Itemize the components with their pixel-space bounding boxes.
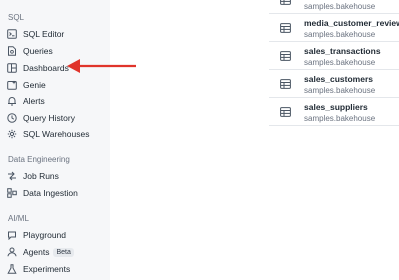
table-icon <box>280 0 291 5</box>
sidebar-item-sql-warehouses[interactable]: SQL Warehouses <box>7 127 89 141</box>
sidebar-item-label: Genie <box>23 80 46 90</box>
sidebar-item-label: Queries <box>23 46 53 56</box>
sidebar-item-label: SQL Warehouses <box>23 129 90 139</box>
sidebar-item-label: Experiments <box>23 264 71 274</box>
sidebar: SQL SQL Editor Queries Dashboards Genie … <box>0 0 110 280</box>
agents-icon <box>7 247 17 257</box>
sidebar-item-label: SQL Editor <box>23 29 65 39</box>
table-name: sales_customers <box>304 74 373 84</box>
sidebar-item-query-history[interactable]: Query History <box>7 111 75 125</box>
table-icon <box>280 107 291 117</box>
section-label-data-engineering: Data Engineering <box>8 155 70 164</box>
sidebar-item-playground[interactable]: Playground <box>7 228 66 242</box>
table-schema: samples.bakehouse <box>304 2 376 11</box>
data-ingestion-icon <box>7 188 17 198</box>
sidebar-item-label: Query History <box>23 113 75 123</box>
table-list: samples.bakehouse media_customer_reviews… <box>269 0 399 280</box>
sidebar-item-sql-editor[interactable]: SQL Editor <box>7 27 64 41</box>
sidebar-item-agents[interactable]: Agents Beta <box>7 245 74 259</box>
table-name: sales_transactions <box>304 46 381 56</box>
sql-editor-icon <box>7 29 17 39</box>
table-row[interactable]: sales_transactions samples.bakehouse <box>269 42 399 70</box>
table-row[interactable]: sales_customers samples.bakehouse <box>269 70 399 98</box>
section-label-sql: SQL <box>8 13 25 22</box>
table-row[interactable]: sales_suppliers samples.bakehouse <box>269 98 399 126</box>
sidebar-item-label: Job Runs <box>23 171 59 181</box>
sidebar-item-job-runs[interactable]: Job Runs <box>7 169 59 183</box>
sidebar-item-label: Agents <box>23 247 50 257</box>
section-label-ai-ml: AI/ML <box>8 214 29 223</box>
annotation-arrow <box>67 59 136 73</box>
sidebar-item-alerts[interactable]: Alerts <box>7 94 45 108</box>
table-icon <box>280 51 291 61</box>
table-icon <box>280 79 291 89</box>
sidebar-item-genie[interactable]: Genie <box>7 78 46 92</box>
sidebar-item-data-ingestion[interactable]: Data Ingestion <box>7 186 78 200</box>
playground-icon <box>7 230 17 240</box>
sidebar-item-experiments[interactable]: Experiments <box>7 262 70 276</box>
queries-icon <box>7 46 17 56</box>
sql-warehouses-icon <box>7 129 17 139</box>
sidebar-item-queries[interactable]: Queries <box>7 44 53 58</box>
table-name: media_customer_reviews <box>304 18 399 28</box>
job-runs-icon <box>7 171 17 181</box>
table-row[interactable]: media_customer_reviews samples.bakehouse <box>269 14 399 42</box>
table-schema: samples.bakehouse <box>304 58 376 67</box>
query-history-icon <box>7 113 17 123</box>
sidebar-item-dashboards[interactable]: Dashboards <box>7 61 69 75</box>
table-schema: samples.bakehouse <box>304 114 376 123</box>
alerts-icon <box>7 96 17 106</box>
table-schema: samples.bakehouse <box>304 30 376 39</box>
dashboards-icon <box>7 63 17 73</box>
table-row[interactable]: samples.bakehouse <box>269 0 399 14</box>
table-schema: samples.bakehouse <box>304 86 376 95</box>
sidebar-item-label: Alerts <box>23 96 45 106</box>
sidebar-item-label: Playground <box>23 230 67 240</box>
sidebar-item-label: Data Ingestion <box>23 188 78 198</box>
table-icon <box>280 23 291 33</box>
sidebar-item-label: Dashboards <box>23 63 69 73</box>
genie-icon <box>7 80 17 90</box>
experiments-icon <box>7 264 17 274</box>
beta-badge: Beta <box>53 247 74 257</box>
table-name: sales_suppliers <box>304 102 368 112</box>
